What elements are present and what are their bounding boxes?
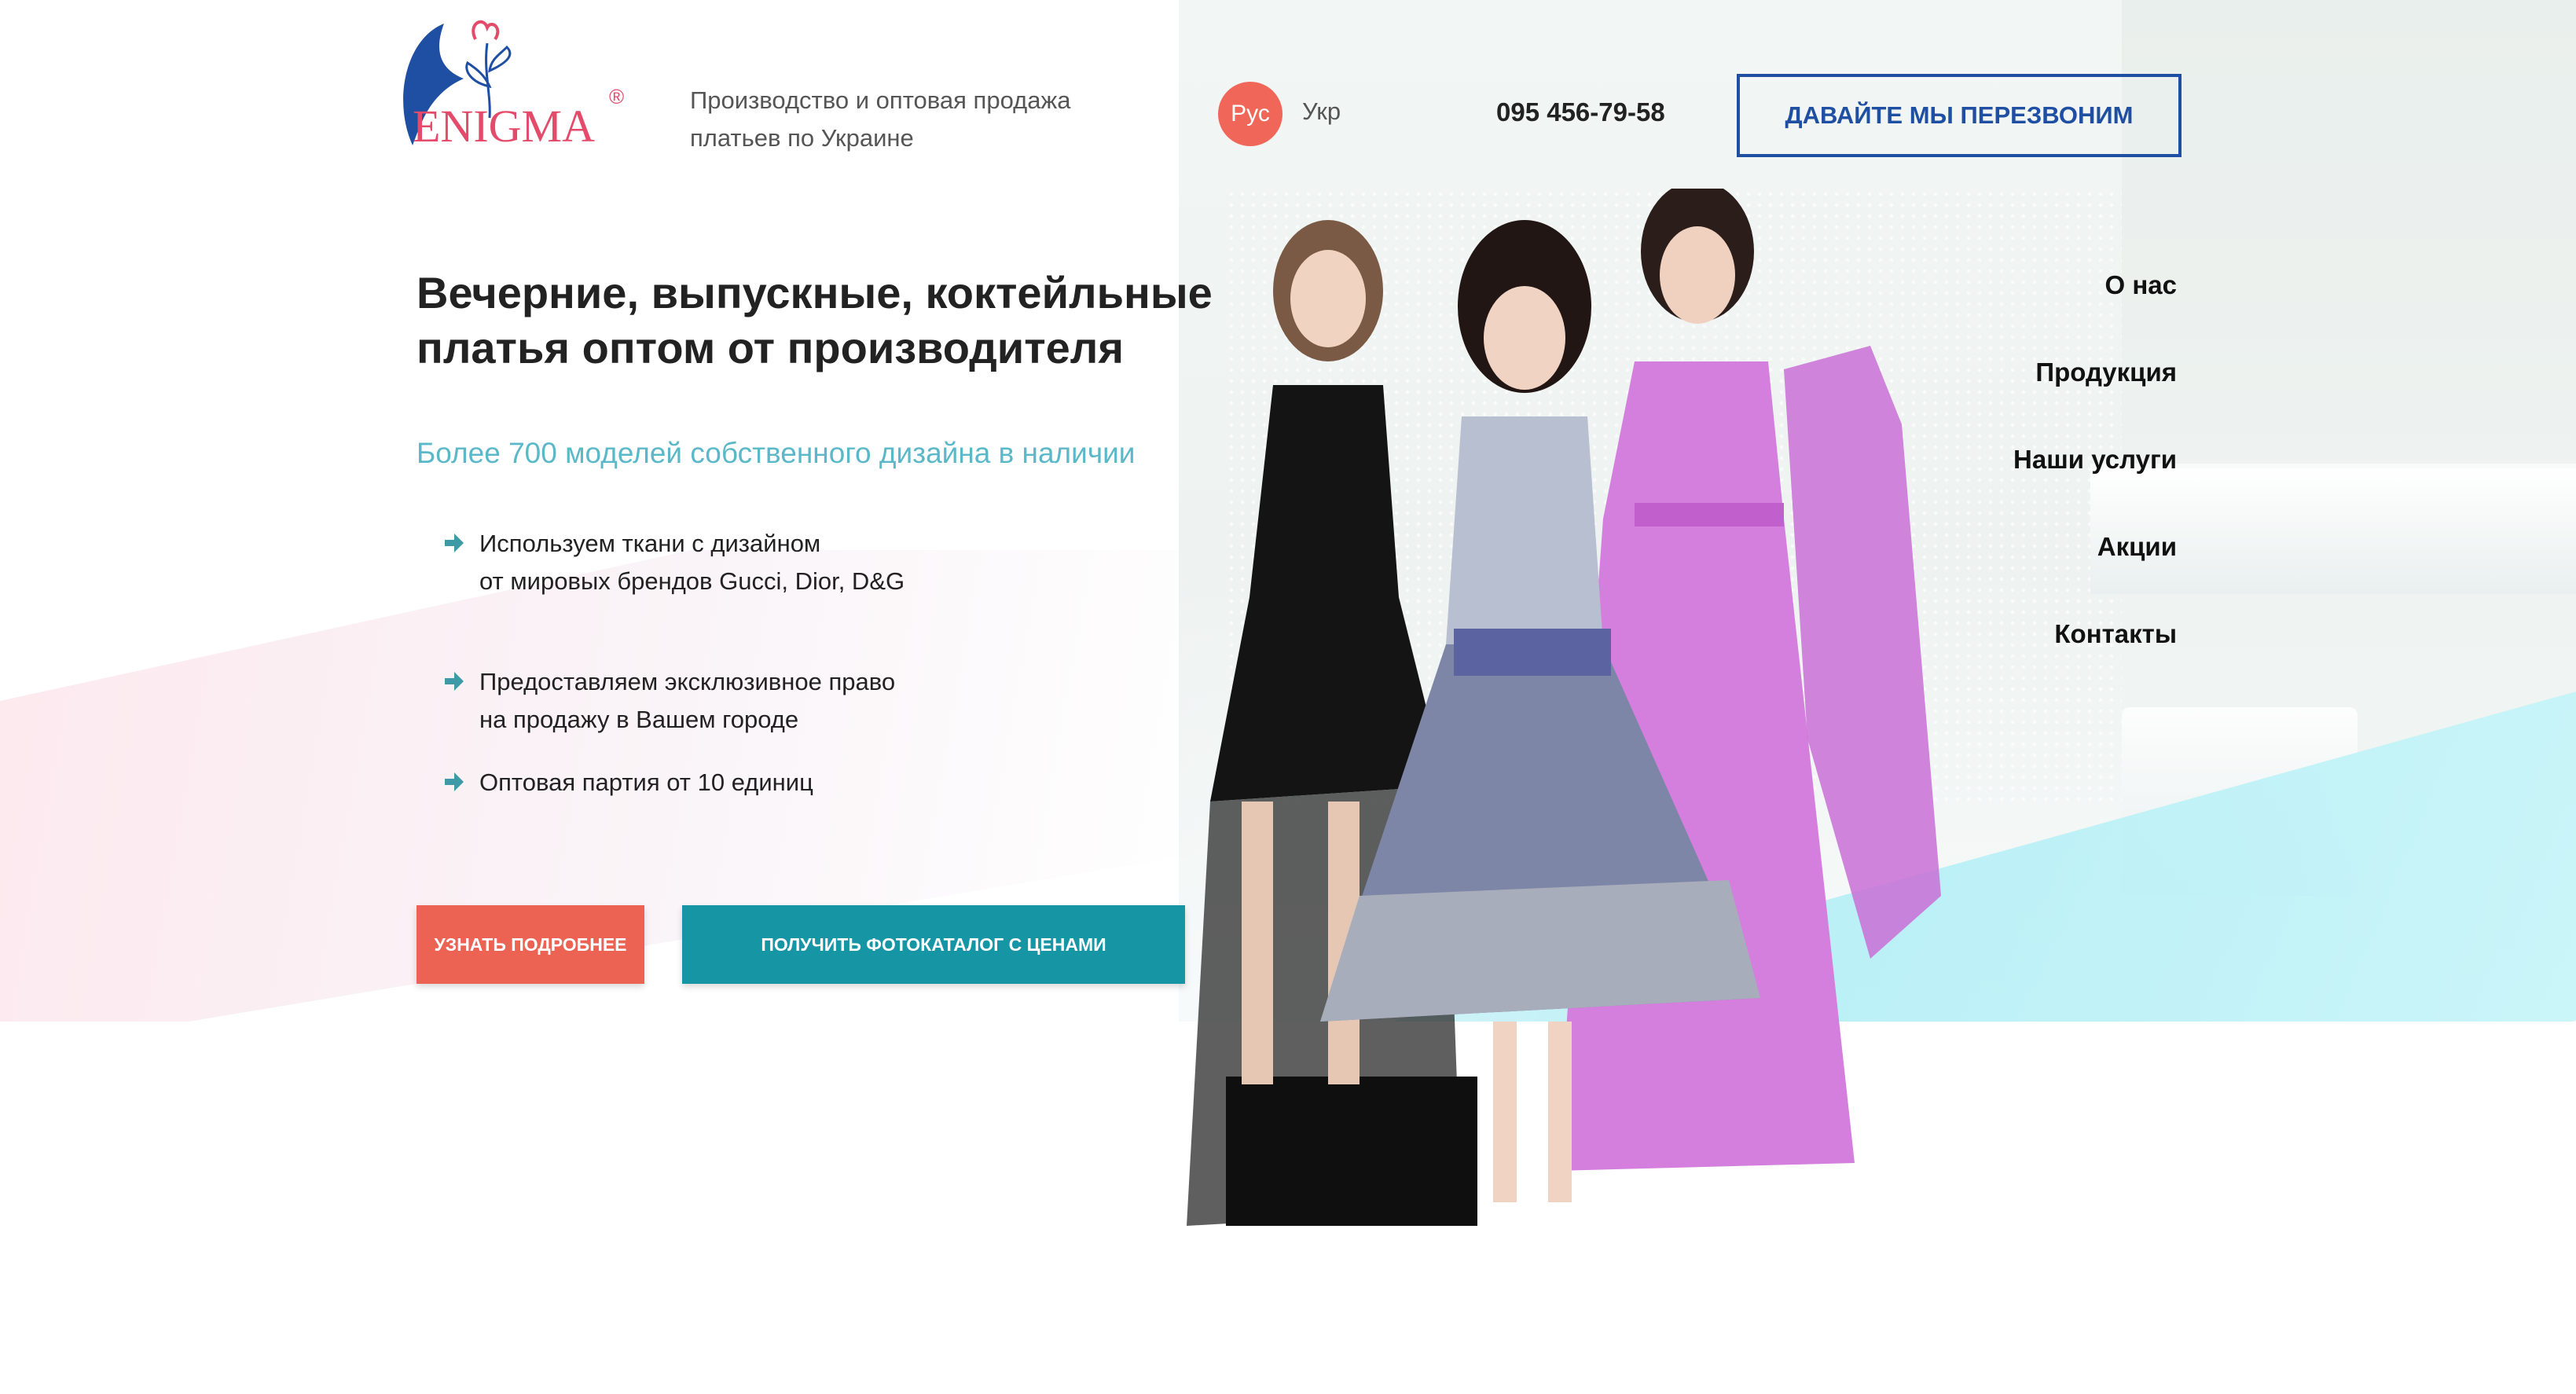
feature-item: Предоставляем эксклюзивное право на прод…	[440, 663, 905, 764]
hero-title: Вечерние, выпускные, коктейльные платья …	[416, 268, 1213, 372]
learn-more-button[interactable]: Узнать подробнее	[416, 905, 644, 984]
logo-text: ENIGMA	[413, 101, 595, 152]
feature-item: Оптовая партия от 10 единиц	[440, 764, 905, 802]
company-tagline: Производство и оптовая продажа платьев п…	[690, 86, 1071, 152]
phone-number[interactable]: 095 456-79-58	[1496, 97, 1665, 127]
nav-item-promotions[interactable]: Акции	[2013, 529, 2177, 616]
lang-ru-button[interactable]: Рус	[1218, 82, 1282, 146]
dress-models-image	[1187, 189, 1941, 1226]
get-catalog-button[interactable]: Получить фотокаталог с ценами	[682, 905, 1185, 984]
nav-item-contacts[interactable]: Контакты	[2013, 616, 2177, 703]
nav-item-about[interactable]: О нас	[2013, 267, 2177, 354]
svg-text:®: ®	[609, 85, 624, 108]
hero-subtitle: Более 700 моделей собственного дизайна в…	[416, 437, 1136, 469]
nav-item-services[interactable]: Наши услуги	[2013, 442, 2177, 529]
nav-item-products[interactable]: Продукция	[2013, 354, 2177, 442]
feature-list: Используем ткани с дизайном от мировых б…	[440, 525, 905, 802]
feature-item: Используем ткани с дизайном от мировых б…	[440, 525, 905, 663]
enigma-logo[interactable]: ENIGMA ®	[389, 8, 633, 165]
arrow-right-icon	[445, 534, 464, 552]
main-nav: О нас Продукция Наши услуги Акции Контак…	[2013, 267, 2177, 703]
arrow-right-icon	[445, 772, 464, 791]
lang-ua-link[interactable]: Укр	[1302, 97, 1341, 126]
arrow-right-icon	[445, 672, 464, 691]
callback-button[interactable]: Давайте мы перезвоним	[1737, 74, 2182, 157]
